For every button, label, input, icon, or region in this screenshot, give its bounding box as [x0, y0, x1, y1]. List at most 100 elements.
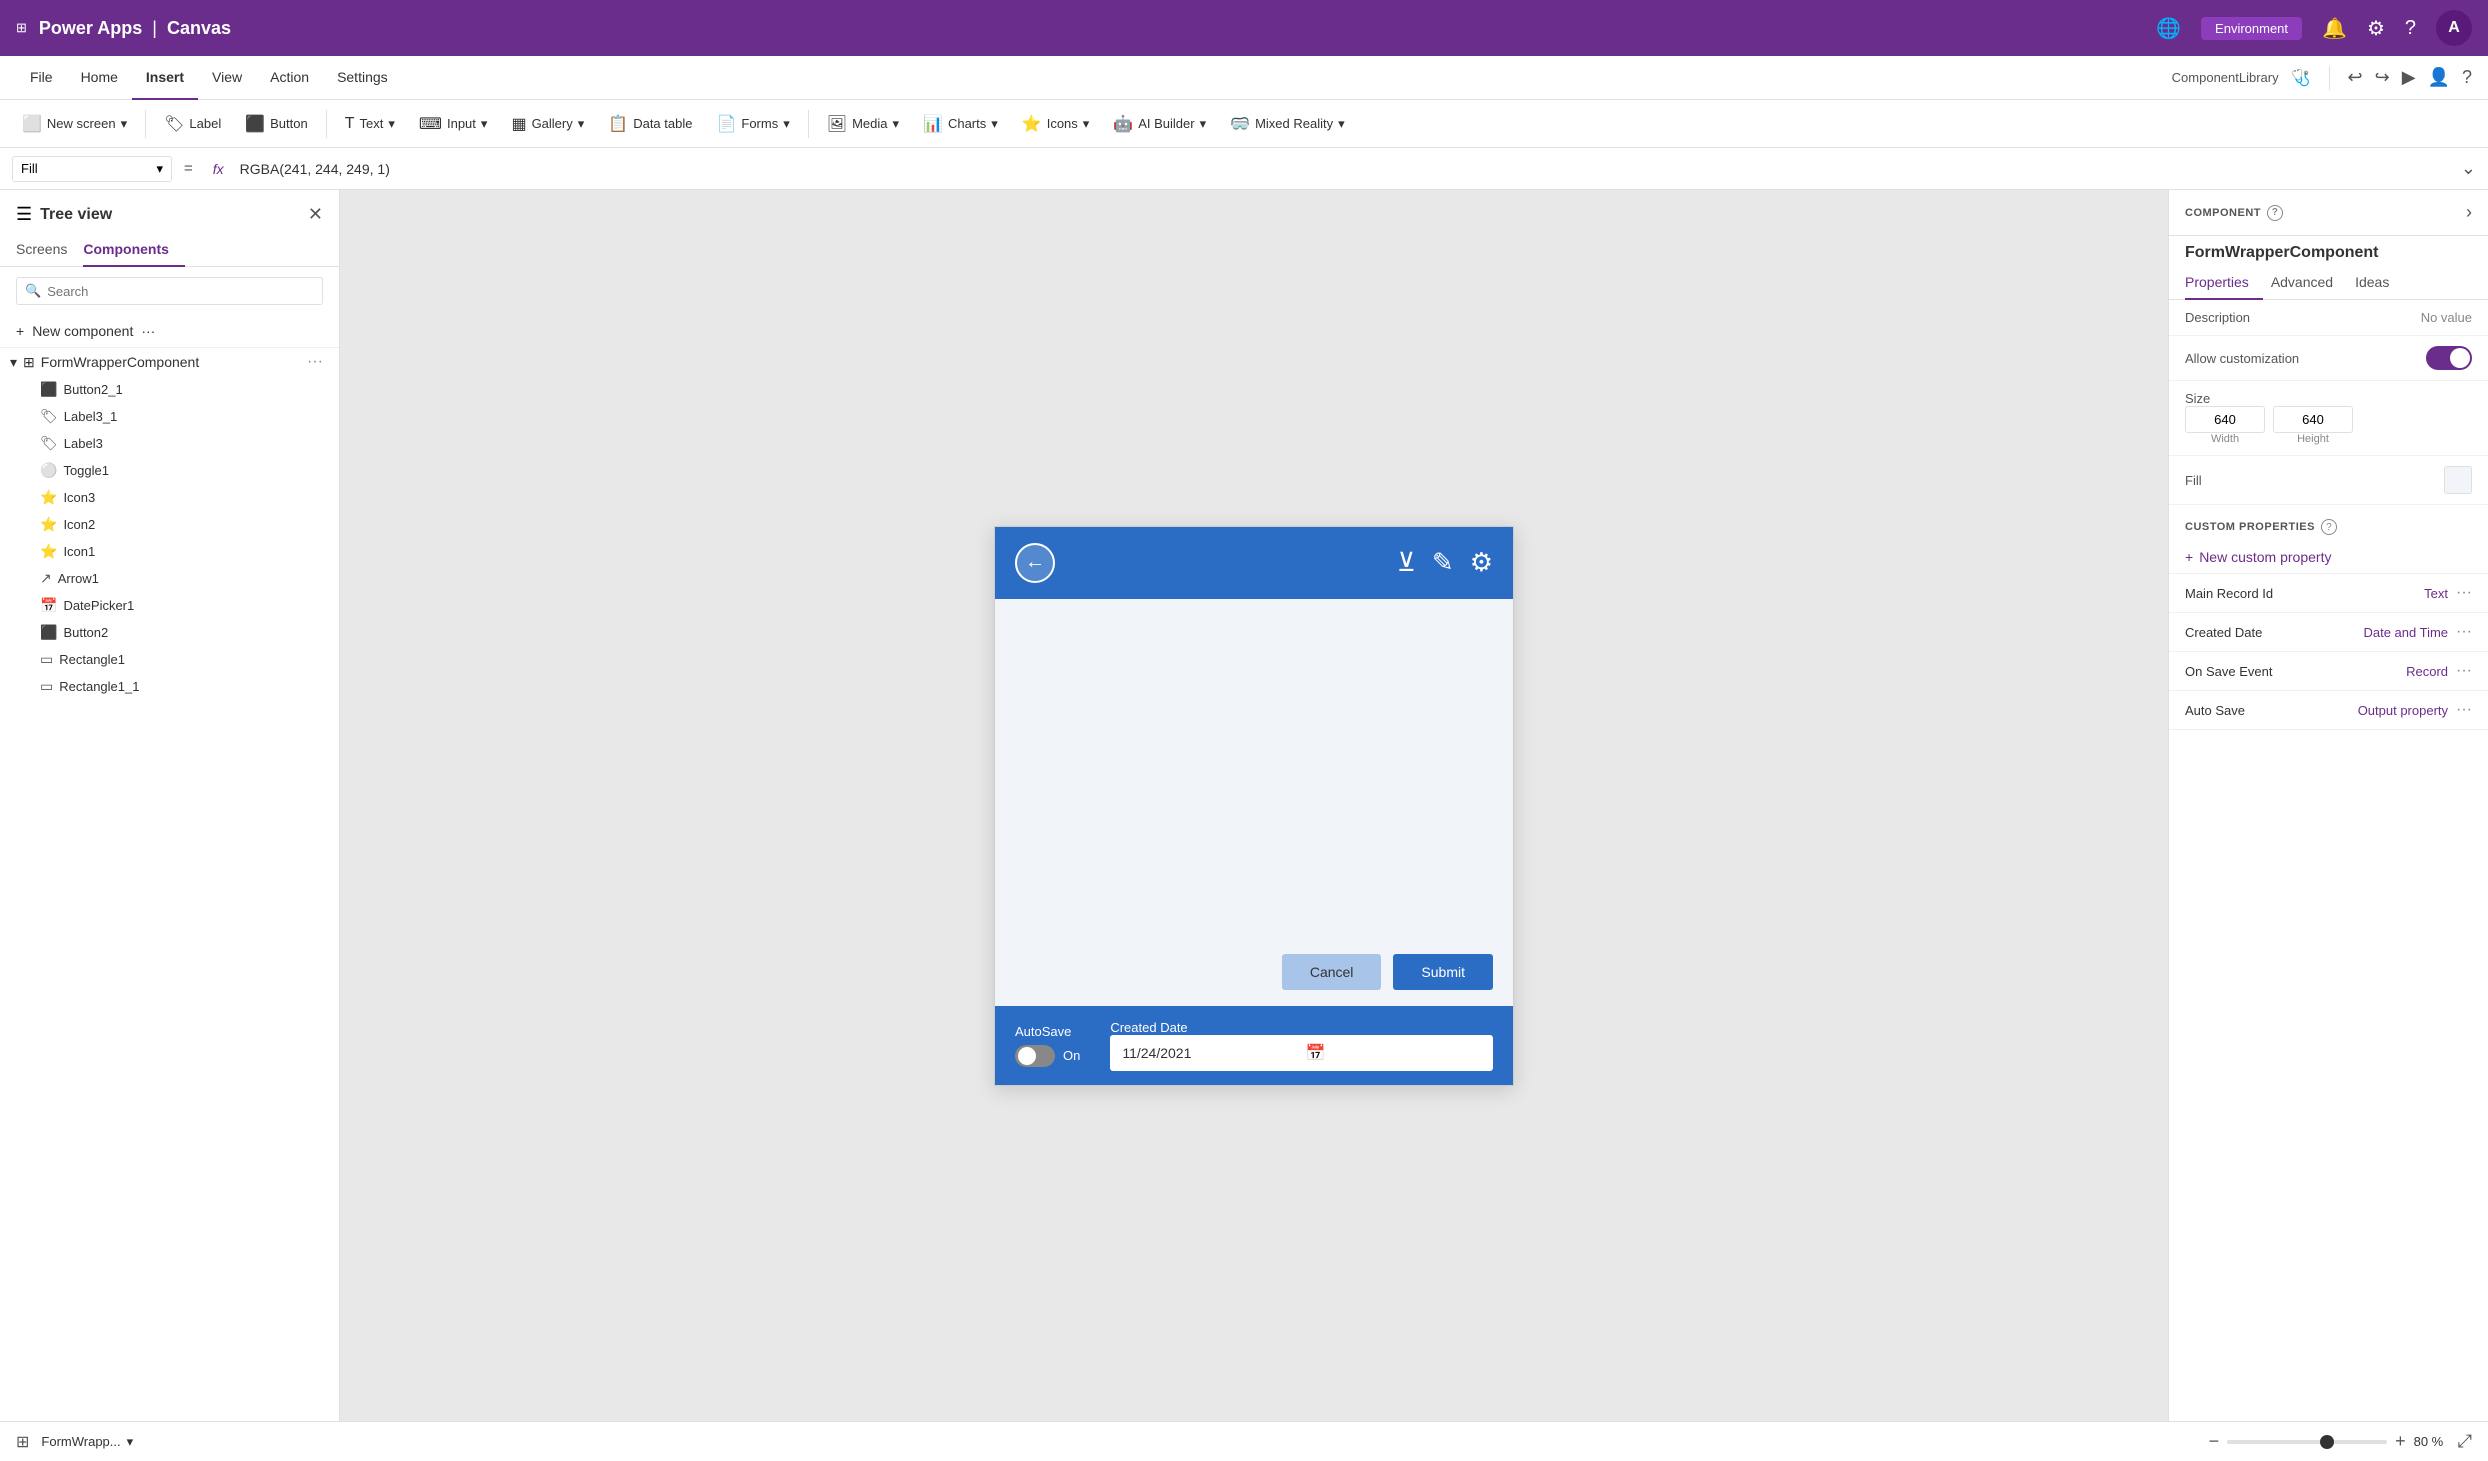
- media-button[interactable]: 🖼 Media ▾: [817, 109, 909, 139]
- rpanel-tab-ideas[interactable]: Ideas: [2355, 266, 2403, 300]
- menu-view[interactable]: View: [198, 56, 256, 100]
- menu-home[interactable]: Home: [67, 56, 132, 100]
- fullscreen-button[interactable]: ⤢: [2458, 1431, 2472, 1452]
- text-button[interactable]: T Text ▾: [335, 110, 405, 138]
- run-button[interactable]: ▶: [2402, 67, 2416, 88]
- menu-insert[interactable]: Insert: [132, 56, 198, 100]
- autosave-toggle-track[interactable]: [1015, 1045, 1055, 1067]
- user-settings-button[interactable]: 👤: [2428, 67, 2450, 88]
- notification-icon[interactable]: 🔔: [2322, 16, 2347, 41]
- tree-item-label3-1[interactable]: 🏷 Label3_1: [0, 403, 339, 430]
- help-button[interactable]: ?: [2462, 67, 2472, 88]
- tree-item-icon2[interactable]: ⭐ Icon2: [0, 511, 339, 538]
- formula-input[interactable]: [240, 161, 2453, 177]
- tab-components[interactable]: Components: [83, 233, 185, 267]
- icons-icon: ⭐: [1022, 114, 1042, 134]
- hamburger-icon[interactable]: ☰: [16, 204, 32, 225]
- on-save-dots[interactable]: ···: [2456, 662, 2472, 680]
- edit-icon[interactable]: ✎: [1432, 547, 1454, 578]
- fill-preview[interactable]: [2444, 466, 2472, 494]
- undo-button[interactable]: ↩: [2348, 67, 2363, 88]
- component-library-link[interactable]: ComponentLibrary: [2172, 70, 2279, 85]
- forms-button[interactable]: 📄 Forms ▾: [706, 109, 799, 139]
- custom-props-info-icon[interactable]: ?: [2321, 519, 2337, 535]
- auto-save-dots[interactable]: ···: [2456, 701, 2472, 719]
- tree-item-label: Rectangle1: [59, 652, 125, 667]
- zoom-slider[interactable]: [2227, 1440, 2387, 1444]
- mixed-reality-button[interactable]: 🥽 Mixed Reality ▾: [1220, 109, 1354, 139]
- property-dropdown[interactable]: Fill ▾: [12, 156, 172, 182]
- submit-button[interactable]: Submit: [1393, 954, 1493, 990]
- search-input[interactable]: [47, 284, 314, 299]
- right-panel-expand-button[interactable]: ›: [2466, 202, 2472, 223]
- icons-button[interactable]: ⭐ Icons ▾: [1012, 109, 1100, 139]
- tree-item-formwrapper[interactable]: ▾ ⊞ FormWrapperComponent ···: [0, 348, 339, 376]
- waffle-icon[interactable]: ⊞: [16, 20, 27, 36]
- gallery-button[interactable]: ▦ Gallery ▾: [501, 109, 594, 139]
- menu-file[interactable]: File: [16, 56, 67, 100]
- canvas-frame: ← ⊻ ✎ ⚙ Cancel Submit AutoSave: [994, 526, 1514, 1086]
- data-table-button[interactable]: 📋 Data table: [598, 109, 702, 139]
- panel-title: Tree view: [40, 206, 112, 224]
- formwrapper-dots[interactable]: ···: [307, 353, 323, 371]
- cancel-button[interactable]: Cancel: [1282, 954, 1382, 990]
- avatar[interactable]: A: [2436, 10, 2472, 46]
- tree-item-label: Arrow1: [58, 571, 99, 586]
- input-button[interactable]: ⌨ Input ▾: [409, 109, 498, 139]
- back-button[interactable]: ←: [1015, 543, 1055, 583]
- rpanel-tab-properties[interactable]: Properties: [2185, 266, 2263, 300]
- tree-item-rectangle1[interactable]: ▭ Rectangle1: [0, 646, 339, 673]
- help-icon[interactable]: ?: [2405, 17, 2416, 40]
- allow-customization-toggle-track[interactable]: [2426, 346, 2472, 370]
- new-screen-icon: ⬜: [22, 114, 42, 134]
- allow-customization-toggle[interactable]: [2426, 346, 2472, 370]
- formula-expand-icon[interactable]: ⌄: [2461, 158, 2476, 179]
- tree-item-rectangle1-1[interactable]: ▭ Rectangle1_1: [0, 673, 339, 700]
- height-input[interactable]: [2273, 406, 2353, 433]
- created-date-label: Created Date: [1110, 1020, 1493, 1035]
- height-group: Height: [2273, 406, 2353, 445]
- search-box[interactable]: 🔍: [16, 277, 323, 305]
- new-custom-property-row[interactable]: + New custom property: [2169, 541, 2488, 574]
- autosave-field: AutoSave On: [1015, 1024, 1080, 1067]
- filter-icon[interactable]: ⊻: [1397, 547, 1416, 578]
- tree-item-datepicker1[interactable]: 📅 DatePicker1: [0, 592, 339, 619]
- label-button[interactable]: 🏷 Label: [154, 109, 231, 139]
- tree-item-label3[interactable]: 🏷 Label3: [0, 430, 339, 457]
- main-record-id-dots[interactable]: ···: [2456, 584, 2472, 602]
- panel-close-button[interactable]: ✕: [308, 204, 323, 225]
- tab-screens[interactable]: Screens: [16, 233, 83, 267]
- tree-item-button2-1[interactable]: ⬛ Button2_1: [0, 376, 339, 403]
- environment-pill[interactable]: Environment: [2201, 17, 2302, 40]
- width-input[interactable]: [2185, 406, 2265, 433]
- fx-button[interactable]: fx: [205, 161, 232, 177]
- menu-settings[interactable]: Settings: [323, 56, 402, 100]
- zoom-in-button[interactable]: +: [2395, 1431, 2406, 1452]
- tree-item-button2[interactable]: ⬛ Button2: [0, 619, 339, 646]
- new-component-dots[interactable]: ···: [141, 323, 155, 339]
- new-screen-button[interactable]: ⬜ New screen ▾: [12, 109, 137, 139]
- rpanel-tab-advanced[interactable]: Advanced: [2271, 266, 2347, 300]
- screen-name[interactable]: FormWrapp... ▾: [41, 1434, 133, 1450]
- redo-button[interactable]: ↪: [2375, 67, 2390, 88]
- zoom-out-button[interactable]: −: [2209, 1431, 2220, 1452]
- charts-button[interactable]: 📊 Charts ▾: [913, 109, 1008, 139]
- menu-action[interactable]: Action: [256, 56, 323, 100]
- tree-item-icon1[interactable]: ⭐ Icon1: [0, 538, 339, 565]
- tree-item-arrow1[interactable]: ↗ Arrow1: [0, 565, 339, 592]
- settings-icon[interactable]: ⚙: [2367, 16, 2385, 41]
- icon3-icon: ⭐: [40, 489, 57, 506]
- tree-item-toggle1[interactable]: ⚪ Toggle1: [0, 457, 339, 484]
- component-info-icon[interactable]: ?: [2267, 205, 2283, 221]
- created-date-dots[interactable]: ···: [2456, 623, 2472, 641]
- date-input[interactable]: 11/24/2021 📅: [1110, 1035, 1493, 1071]
- allow-customization-thumb: [2450, 348, 2470, 368]
- ai-builder-button[interactable]: 🤖 AI Builder ▾: [1103, 109, 1216, 139]
- stethoscope-icon[interactable]: 🩺: [2291, 68, 2311, 88]
- calendar-icon[interactable]: 📅: [1306, 1043, 1481, 1063]
- settings-gear-icon[interactable]: ⚙: [1470, 547, 1493, 578]
- new-component-row[interactable]: + New component ···: [0, 315, 339, 348]
- tree-item-icon3[interactable]: ⭐ Icon3: [0, 484, 339, 511]
- button-button[interactable]: ⬛ Button: [235, 109, 318, 139]
- menu-bar: File Home Insert View Action Settings Co…: [0, 56, 2488, 100]
